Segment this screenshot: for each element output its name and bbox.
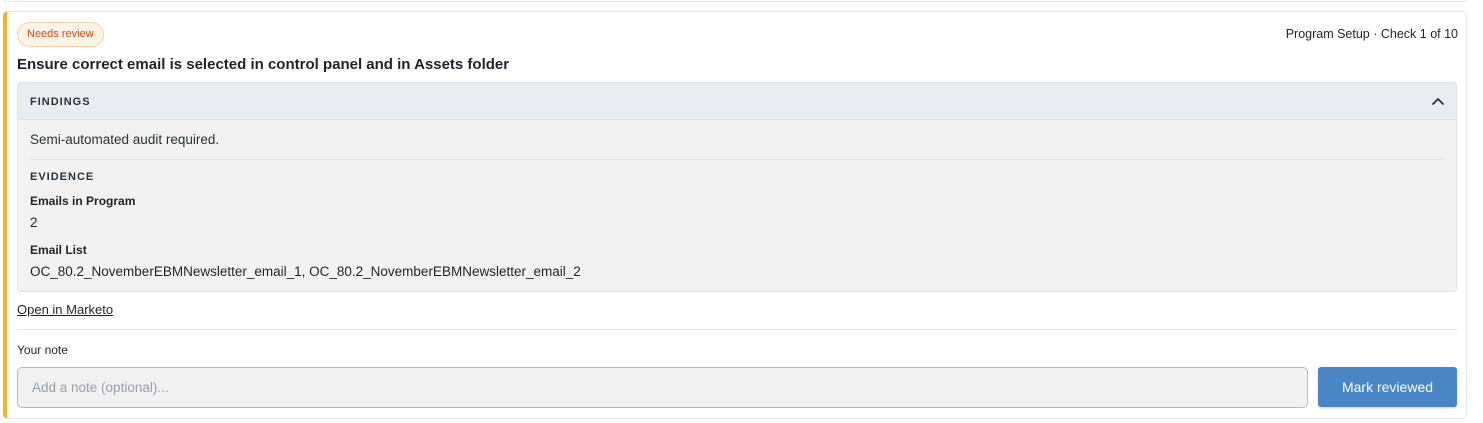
check-card: Needs review Program Setup · Check 1 of … (3, 11, 1467, 419)
check-meta: Program Setup · Check 1 of 10 (1285, 27, 1458, 41)
status-badge: Needs review (17, 22, 104, 47)
note-label: Your note (17, 343, 68, 357)
mark-reviewed-button[interactable]: Mark reviewed (1318, 367, 1457, 407)
findings-divider (30, 159, 1444, 160)
note-input[interactable] (17, 367, 1308, 408)
evidence-value: 2 (30, 215, 38, 230)
chevron-up-icon[interactable] (1428, 91, 1448, 111)
findings-header[interactable]: FINDINGS (18, 83, 1456, 120)
findings-panel: FINDINGS Semi-automated audit required. … (17, 82, 1457, 292)
findings-label: FINDINGS (30, 96, 91, 108)
evidence-label: EVIDENCE (30, 171, 95, 183)
check-title: Ensure correct email is selected in cont… (17, 56, 510, 73)
evidence-key: Email List (30, 243, 87, 257)
findings-summary: Semi-automated audit required. (30, 132, 220, 147)
open-in-marketo-link[interactable]: Open in Marketo (17, 302, 113, 317)
evidence-key: Emails in Program (30, 194, 136, 208)
previous-card-edge (3, 0, 1467, 2)
section-divider (17, 329, 1457, 330)
evidence-value: OC_80.2_NovemberEBMNewsletter_email_1, O… (30, 264, 581, 279)
